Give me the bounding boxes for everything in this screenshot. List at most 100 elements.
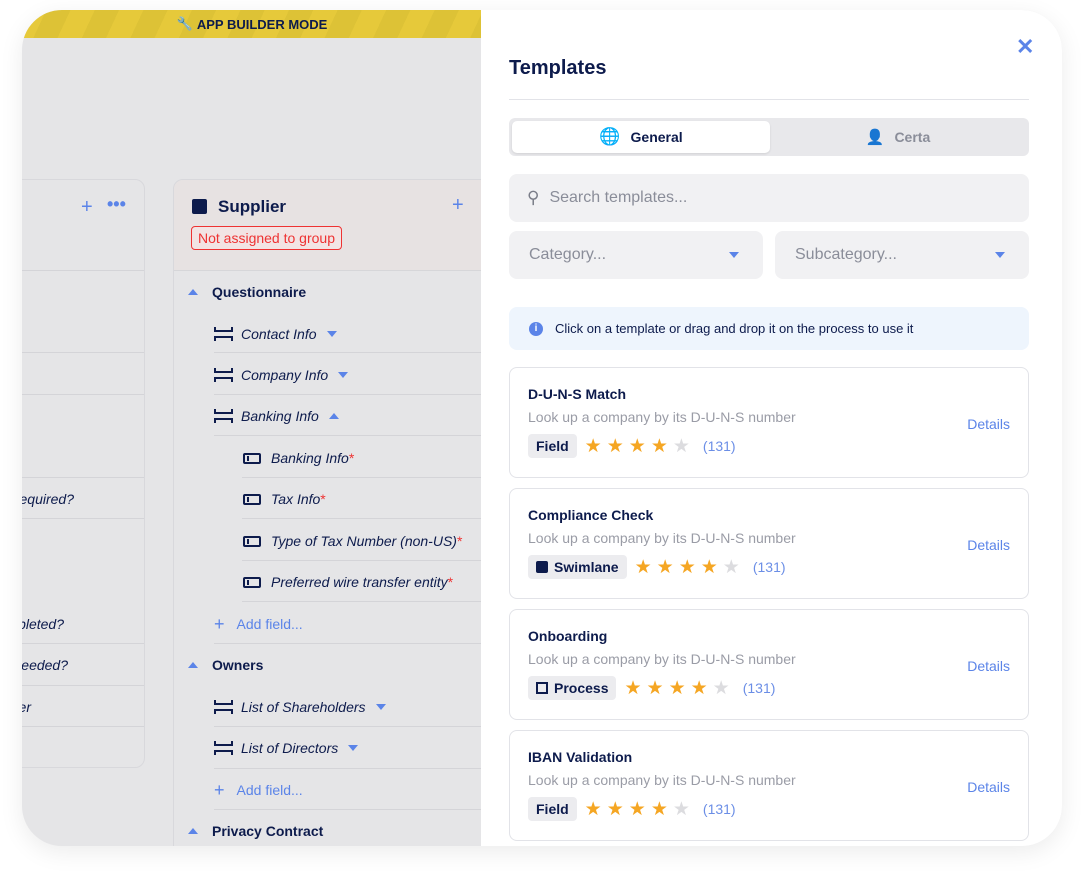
plus-icon: + [214,613,225,634]
details-link[interactable]: Details [967,537,1010,553]
chevron-down-icon [326,331,337,337]
star-icon: ★ [712,677,730,699]
template-card[interactable]: Onboarding Look up a company by its D-U-… [509,609,1029,720]
status-badge: Not assigned to group [191,226,342,250]
field-icon [243,452,261,464]
details-link[interactable]: Details [967,416,1010,432]
star-icon: ★ [646,677,664,699]
group-icon [214,368,233,382]
user-icon: 👤 [865,129,885,146]
star-icon: ★ [650,798,668,820]
details-link[interactable]: Details [967,779,1010,795]
star-icon: ★ [656,556,674,578]
list-item[interactable]: er [22,697,31,717]
app-builder-banner: 🔧 APP BUILDER MODE [22,10,482,38]
rating-count: (131) [702,801,736,817]
chevron-down-icon [375,704,386,710]
field-icon [243,576,261,588]
add-icon[interactable]: + [81,196,93,219]
section-questionnaire[interactable]: Questionnaire [188,282,306,302]
details-link[interactable]: Details [967,658,1010,674]
group-icon [214,409,233,423]
subcategory-select[interactable]: Subcategory... [775,231,1029,279]
info-icon: i [529,321,543,336]
template-card[interactable]: D-U-N-S Match Look up a company by its D… [509,367,1029,478]
banner-label: APP BUILDER MODE [196,16,328,32]
rating-stars: ★ ★ ★ ★ ★ [585,798,695,821]
add-icon[interactable]: + [452,194,464,217]
group-icon [214,327,233,341]
group-icon [214,700,233,714]
tab-general[interactable]: 🌐 General [512,121,770,153]
search-input[interactable]: ⚲ Search templates... [509,174,1029,222]
star-icon: ★ [672,435,690,457]
card-description: Look up a company by its D-U-N-S number [528,409,796,425]
group-contact-info[interactable]: Contact Info [214,324,337,344]
group-shareholders[interactable]: List of Shareholders [214,697,386,717]
star-icon: ★ [628,435,646,457]
chevron-down-icon [995,252,1005,258]
type-badge: Process [528,676,617,700]
group-icon [214,741,233,755]
app-frame: 🔧 APP BUILDER MODE + ••• equired? pleted… [22,10,1062,846]
star-icon: ★ [678,556,696,578]
info-banner: i Click on a template or drag and drop it… [509,307,1029,350]
rating-stars: ★ ★ ★ ★ ★ [635,556,745,579]
star-icon: ★ [584,798,602,820]
field-icon [243,493,261,505]
tab-bar: 🌐 General 👤 Certa [509,118,1029,156]
chevron-down-icon [348,745,359,751]
field-banking-info[interactable]: Banking Info * [243,448,354,468]
template-card[interactable]: Compliance Check Look up a company by it… [509,488,1029,599]
star-icon: ★ [628,798,646,820]
star-icon: ★ [634,556,652,578]
list-item[interactable]: equired? [22,489,74,509]
section-owners[interactable]: Owners [188,655,263,675]
chevron-down-icon [729,252,739,258]
plus-icon: + [214,779,225,800]
template-card[interactable]: IBAN Validation Look up a company by its… [509,730,1029,841]
field-tax-number-type[interactable]: Type of Tax Number (non-US) * [243,531,462,551]
category-select[interactable]: Category... [509,231,763,279]
globe-icon: 🌐 [599,127,621,146]
chevron-down-icon [338,372,349,378]
supplier-column: Supplier + Not assigned to group Questio… [173,179,533,846]
card-title: D-U-N-S Match [528,386,626,402]
list-item[interactable]: eeded? [22,655,68,675]
chevron-up-icon [328,413,339,419]
swimlane-icon [536,561,548,573]
wrench-icon: 🔧 [176,16,193,31]
card-title: Onboarding [528,628,608,644]
section-privacy-contract[interactable]: Privacy Contract [188,821,323,841]
field-wire-transfer[interactable]: Preferred wire transfer entity * [243,572,453,592]
group-banking-info[interactable]: Banking Info [214,406,339,426]
card-description: Look up a company by its D-U-N-S number [528,651,796,667]
tab-certa[interactable]: 👤 Certa [770,121,1026,153]
templates-panel: ✕ Templates 🌐 General 👤 Certa ⚲ Search temp… [481,10,1062,846]
list-item[interactable]: pleted? [22,614,64,634]
star-icon: ★ [584,435,602,457]
rating-stars: ★ ★ ★ ★ ★ [624,677,734,700]
field-tax-info[interactable]: Tax Info * [243,489,326,509]
type-badge: Field [528,797,577,821]
star-icon: ★ [700,556,718,578]
add-field-button[interactable]: + Add field... [214,780,303,800]
type-badge: Field [528,434,577,458]
close-icon[interactable]: ✕ [1016,34,1034,60]
card-description: Look up a company by its D-U-N-S number [528,530,796,546]
more-icon[interactable]: ••• [107,194,126,215]
star-icon: ★ [722,556,740,578]
panel-title: Templates [509,57,607,79]
card-title: IBAN Validation [528,749,633,765]
column-title[interactable]: Supplier [218,197,286,217]
star-icon: ★ [672,798,690,820]
process-icon [536,682,548,694]
add-field-button[interactable]: + Add field... [214,614,303,634]
group-directors[interactable]: List of Directors [214,738,359,758]
star-icon: ★ [606,435,624,457]
type-badge: Swimlane [528,555,627,579]
card-description: Look up a company by its D-U-N-S number [528,772,796,788]
card-title: Compliance Check [528,507,654,523]
star-icon: ★ [690,677,708,699]
group-company-info[interactable]: Company Info [214,365,349,385]
